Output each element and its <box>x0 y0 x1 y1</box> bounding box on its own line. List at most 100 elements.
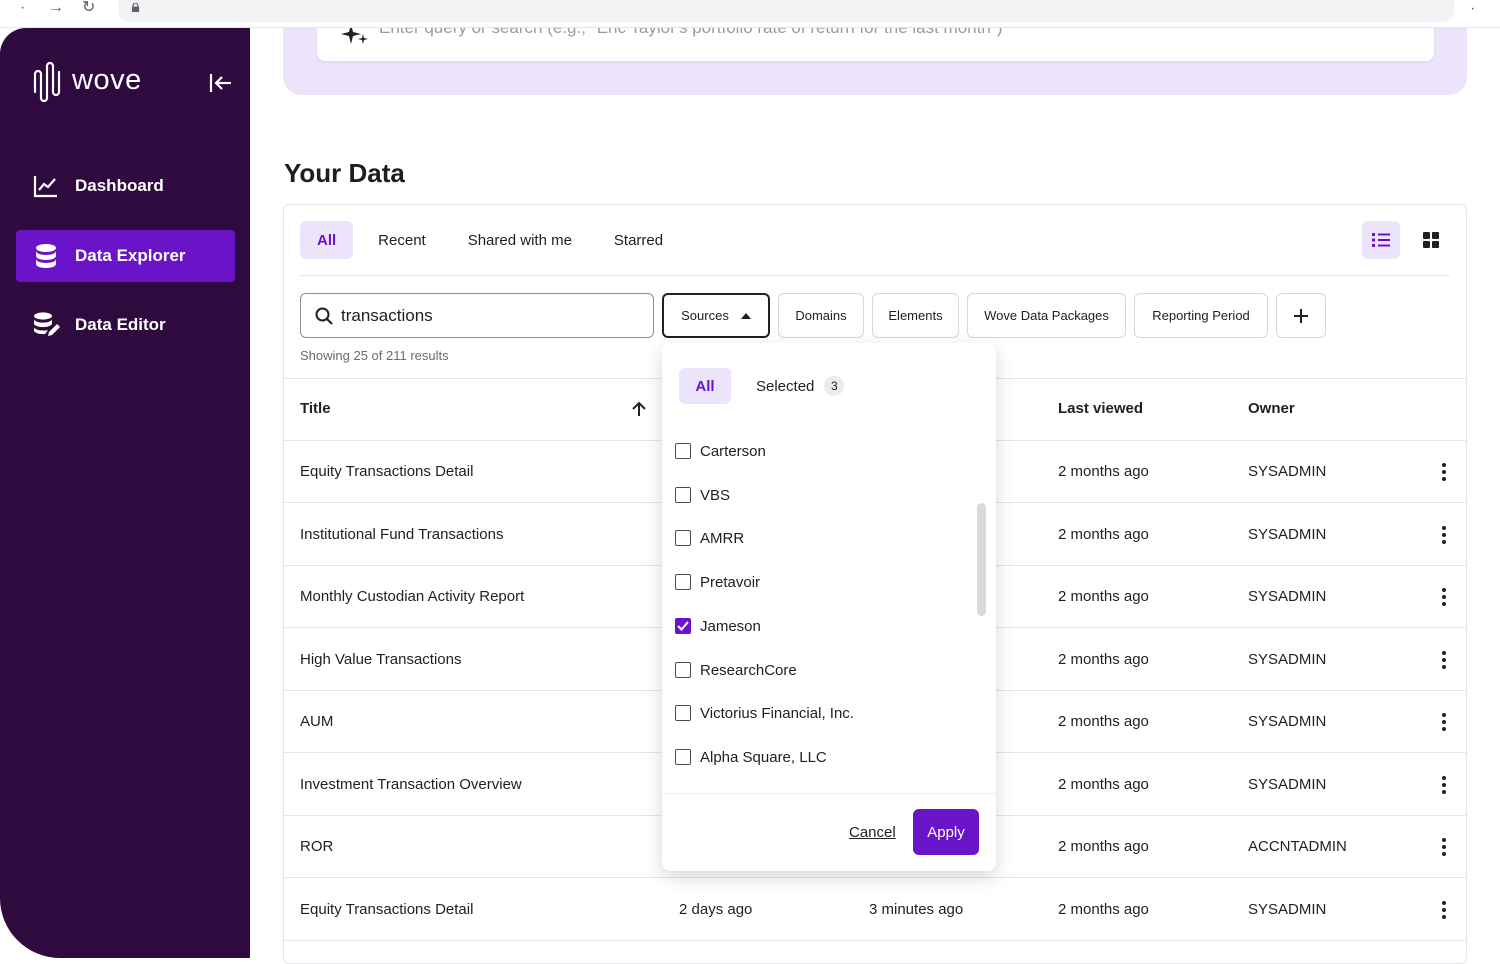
row-more-icon[interactable] <box>1436 899 1452 921</box>
dropdown-footer-divider <box>662 793 996 794</box>
checkbox[interactable] <box>675 530 691 546</box>
apply-button[interactable]: Apply <box>913 809 979 855</box>
wove-logo[interactable]: wove <box>32 58 142 102</box>
row-owner: SYSADMIN <box>1248 588 1327 605</box>
address-bar[interactable] <box>118 0 1454 22</box>
row-more-icon[interactable] <box>1436 461 1452 483</box>
row-more-icon[interactable] <box>1436 836 1452 858</box>
column-header-title[interactable]: Title <box>300 400 331 417</box>
query-placeholder: Enter query or search (e.g., "Eric Taylo… <box>379 28 1003 38</box>
row-more-icon[interactable] <box>1436 524 1452 546</box>
wove-data-packages-filter-button[interactable]: Wove Data Packages <box>967 293 1126 338</box>
sidebar-item-data-explorer[interactable]: Data Explorer <box>16 230 235 282</box>
column-header-last-viewed[interactable]: Last viewed <box>1058 400 1143 417</box>
source-option-label: VBS <box>700 486 731 504</box>
checkbox[interactable] <box>675 749 691 765</box>
row-owner: SYSADMIN <box>1248 713 1327 730</box>
domains-filter-button[interactable]: Domains <box>778 293 864 338</box>
checkbox[interactable] <box>675 662 691 678</box>
lock-icon <box>131 3 140 12</box>
dropdown-tab-selected[interactable]: Selected 3 <box>756 368 845 404</box>
tabs-divider <box>300 275 1450 276</box>
browser-toolbar: · → ↻ · <box>0 0 1500 28</box>
results-count: Showing 25 of 211 results <box>300 348 449 363</box>
sources-dropdown: All Selected 3 Carterson VBS AMRR Pretav… <box>662 343 996 871</box>
checkbox[interactable] <box>675 487 691 503</box>
search-icon <box>315 307 333 325</box>
logo-wordmark: wove <box>72 63 142 96</box>
source-option-victorius-financial[interactable]: Victorius Financial, Inc. <box>675 701 854 725</box>
cancel-button[interactable]: Cancel <box>849 824 896 841</box>
source-option-researchcore[interactable]: ResearchCore <box>675 658 797 682</box>
sidebar-item-data-editor[interactable]: Data Editor <box>16 299 235 351</box>
sidebar-item-label: Data Explorer <box>75 246 186 265</box>
browser-menu-icon[interactable]: · <box>1470 0 1475 18</box>
source-option-pretavoir[interactable]: Pretavoir <box>675 570 760 594</box>
elements-filter-button[interactable]: Elements <box>872 293 959 338</box>
row-title[interactable]: AUM <box>300 713 333 730</box>
source-option-vbs[interactable]: VBS <box>675 483 730 507</box>
row-more-icon[interactable] <box>1436 774 1452 796</box>
search-input[interactable] <box>341 305 631 326</box>
source-option-label: Jameson <box>700 617 761 635</box>
source-option-alpha-square[interactable]: Alpha Square, LLC <box>675 745 827 769</box>
row-title[interactable]: Monthly Custodian Activity Report <box>300 588 524 605</box>
row-last-viewed: 2 months ago <box>1058 651 1149 668</box>
row-last-viewed: 2 months ago <box>1058 588 1149 605</box>
back-arrow-icon[interactable]: · <box>20 0 25 18</box>
row-more-icon[interactable] <box>1436 586 1452 608</box>
tab-all[interactable]: All <box>300 221 354 259</box>
checkbox[interactable] <box>675 705 691 721</box>
search-field[interactable] <box>300 293 654 338</box>
dropdown-tab-all[interactable]: All <box>679 368 731 404</box>
row-title[interactable]: Institutional Fund Transactions <box>300 526 503 543</box>
checkbox-checked[interactable] <box>675 618 691 634</box>
chart-line-icon <box>32 172 60 200</box>
row-more-icon[interactable] <box>1436 711 1452 733</box>
row-last-viewed: 2 months ago <box>1058 838 1149 855</box>
source-option-carterson[interactable]: Carterson <box>675 439 766 463</box>
tab-shared-with-me[interactable]: Shared with me <box>451 221 589 259</box>
sidebar-item-dashboard[interactable]: Dashboard <box>16 160 235 212</box>
sources-filter-button[interactable]: Sources <box>662 293 770 338</box>
tab-recent[interactable]: Recent <box>361 221 443 259</box>
checkbox[interactable] <box>675 443 691 459</box>
row-modified: 3 minutes ago <box>869 901 964 918</box>
grid-view-button[interactable] <box>1412 221 1450 259</box>
row-created: 2 days ago <box>679 901 753 918</box>
add-filter-button[interactable] <box>1276 293 1326 338</box>
source-option-label: Carterson <box>700 442 766 460</box>
sidebar-item-label: Data Editor <box>75 315 166 334</box>
source-option-amrr[interactable]: AMRR <box>675 526 744 550</box>
list-view-button[interactable] <box>1362 221 1400 259</box>
row-title[interactable]: ROR <box>300 838 333 855</box>
row-title[interactable]: Investment Transaction Overview <box>300 776 522 793</box>
caret-up-icon <box>740 312 751 319</box>
sidebar: wove Dashboard Data Explorer Data Editor <box>0 28 250 958</box>
database-edit-icon <box>32 311 60 339</box>
source-option-label: Victorius Financial, Inc. <box>700 704 854 722</box>
grid-view-icon <box>1423 232 1439 248</box>
forward-arrow-icon[interactable]: → <box>48 0 64 18</box>
row-last-viewed: 2 months ago <box>1058 526 1149 543</box>
sort-ascending-icon[interactable] <box>630 400 648 418</box>
reporting-period-filter-button[interactable]: Reporting Period <box>1134 293 1268 338</box>
collapse-sidebar-icon[interactable] <box>206 70 234 96</box>
checkbox[interactable] <box>675 574 691 590</box>
reload-icon[interactable]: ↻ <box>82 0 95 18</box>
row-owner: SYSADMIN <box>1248 776 1327 793</box>
database-icon <box>32 242 60 270</box>
tab-starred[interactable]: Starred <box>597 221 680 259</box>
ai-query-input[interactable]: Enter query or search (e.g., "Eric Taylo… <box>317 28 1434 61</box>
table-row[interactable]: Equity Transactions Detail 2 days ago 3 … <box>284 879 1466 941</box>
row-title[interactable]: High Value Transactions <box>300 651 461 668</box>
column-header-owner[interactable]: Owner <box>1248 400 1295 417</box>
sidebar-item-label: Dashboard <box>75 176 164 195</box>
row-title[interactable]: Equity Transactions Detail <box>300 463 473 480</box>
row-more-icon[interactable] <box>1436 649 1452 671</box>
dropdown-scrollbar[interactable] <box>977 503 986 616</box>
row-last-viewed: 2 months ago <box>1058 776 1149 793</box>
data-tabs: All Recent Shared with me Starred <box>300 221 688 259</box>
source-option-jameson[interactable]: Jameson <box>675 614 761 638</box>
row-title[interactable]: Equity Transactions Detail <box>300 901 473 918</box>
